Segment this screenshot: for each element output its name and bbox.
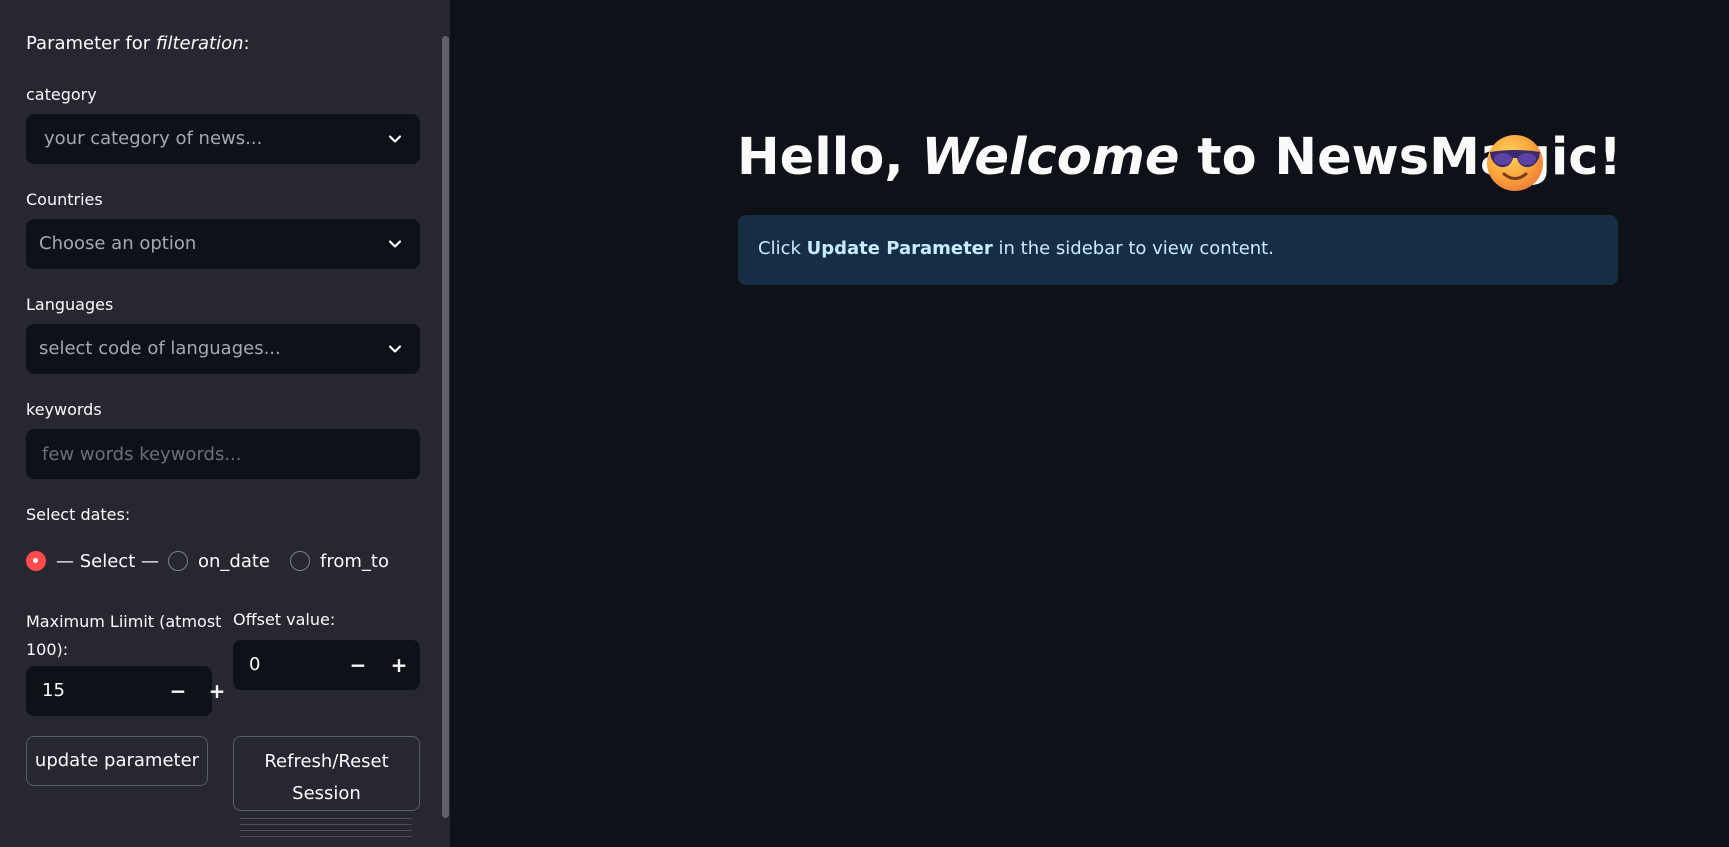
max-limit-label: Maximum Liimit (atmost 100): [26, 608, 222, 664]
category-label: category [26, 85, 97, 104]
sidebar: Parameter for filteration: category your… [0, 0, 450, 847]
keywords-field[interactable] [26, 429, 420, 479]
info-alert: Click Update Parameter in the sidebar to… [738, 215, 1618, 285]
plus-icon[interactable]: + [384, 650, 414, 680]
radio-checked-icon [26, 551, 46, 571]
info-suffix: in the sidebar to view content. [992, 238, 1274, 259]
languages-placeholder: select code of languages... [39, 338, 281, 359]
info-text: Click Update Parameter in the sidebar to… [758, 238, 1274, 259]
radio-option-from-to[interactable]: from_to [290, 548, 389, 574]
radio-option-label: from_to [320, 550, 389, 572]
max-limit-label-line2: 100): [26, 640, 69, 659]
update-parameter-label: update parameter [34, 750, 200, 771]
languages-label: Languages [26, 295, 114, 314]
languages-select[interactable]: select code of languages... [26, 324, 420, 374]
title-emphasis: Welcome [921, 128, 1180, 187]
chevron-down-icon [388, 135, 402, 143]
smiling-face-with-sunglasses-icon [1487, 135, 1543, 191]
update-parameter-button[interactable]: update parameter [26, 736, 208, 786]
refresh-reset-label-line1: Refresh/Reset [264, 751, 389, 772]
countries-select[interactable]: Choose an option [26, 219, 420, 269]
offset-stepper[interactable]: 0 − + [233, 640, 420, 690]
countries-label: Countries [26, 190, 103, 209]
refresh-reset-button[interactable]: Refresh/Reset Session [233, 736, 420, 811]
radio-option-select[interactable]: — Select — [26, 548, 159, 574]
radio-unchecked-icon [168, 551, 188, 571]
radio-option-label: — Select — [56, 550, 159, 572]
chevron-down-icon [388, 240, 402, 248]
category-select[interactable]: your category of news... [26, 114, 420, 164]
sidebar-resize-handle[interactable] [240, 818, 412, 847]
keywords-input[interactable] [26, 429, 420, 479]
radio-option-label: on_date [198, 550, 271, 572]
max-limit-stepper[interactable]: 15 − + [26, 666, 225, 716]
max-limit-label-line1: Maximum Liimit (atmost [26, 612, 222, 631]
sidebar-title: Parameter for filteration: [26, 33, 250, 54]
radio-option-on-date[interactable]: on_date [168, 548, 270, 574]
sidebar-title-suffix: : [243, 33, 250, 54]
offset-value[interactable]: 0 [249, 654, 260, 675]
plus-icon[interactable]: + [202, 676, 232, 706]
max-limit-value[interactable]: 15 [42, 680, 65, 701]
title-part1: Hello, [737, 128, 922, 187]
minus-icon[interactable]: − [343, 650, 373, 680]
countries-placeholder: Choose an option [39, 233, 197, 254]
sidebar-scrollbar[interactable] [442, 36, 449, 818]
keywords-label: keywords [26, 400, 102, 419]
sidebar-title-emphasis: filteration [155, 33, 244, 54]
offset-label: Offset value: [233, 610, 336, 629]
minus-icon[interactable]: − [163, 676, 193, 706]
dates-label: Select dates: [26, 505, 131, 524]
radio-unchecked-icon [290, 551, 310, 571]
sidebar-title-prefix: Parameter for [26, 33, 156, 54]
info-prefix: Click [758, 238, 807, 259]
refresh-reset-label-line2: Session [292, 783, 361, 804]
category-placeholder: your category of news... [44, 128, 263, 149]
title-part2: to NewsMagic! [1179, 128, 1622, 187]
info-bold: Update Parameter [806, 238, 993, 259]
chevron-down-icon [388, 345, 402, 353]
